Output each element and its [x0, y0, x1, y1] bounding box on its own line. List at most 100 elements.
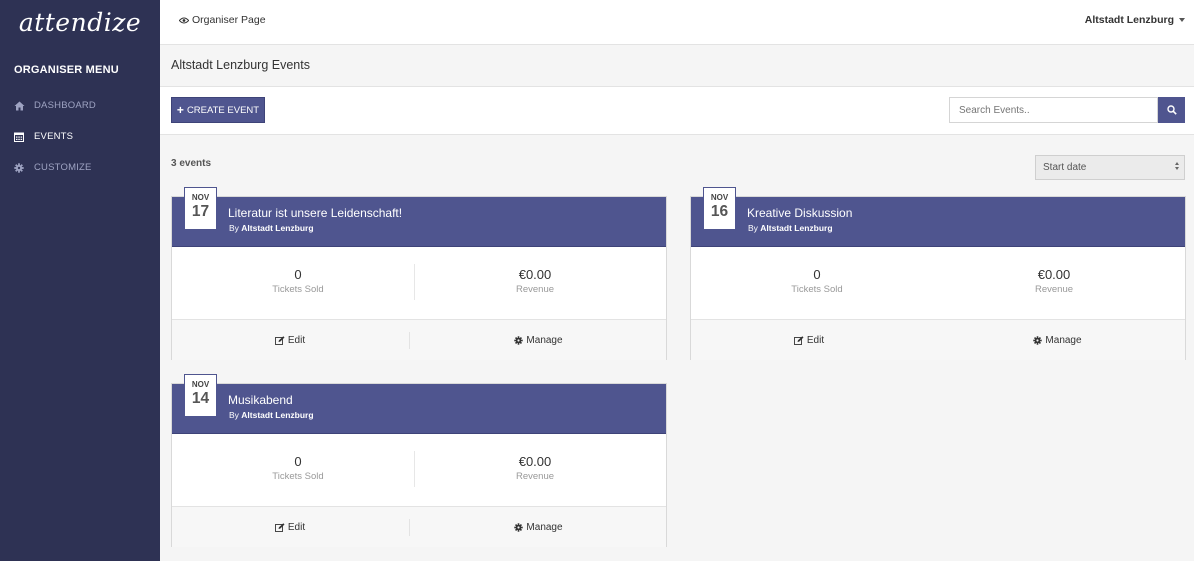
gear-icon: [514, 522, 524, 532]
event-title[interactable]: Kreative Diskussion: [747, 206, 852, 220]
manage-event-button[interactable]: Manage: [929, 320, 1186, 360]
manage-event-button[interactable]: Manage: [410, 507, 667, 547]
edit-event-button[interactable]: Edit: [691, 320, 927, 360]
brand-logo[interactable]: attendize: [0, 0, 160, 45]
tickets-sold-value: 0: [294, 454, 302, 469]
tickets-sold-label: Tickets Sold: [272, 284, 324, 295]
event-stats: 0 Tickets Sold €0.00 Revenue: [172, 434, 666, 506]
tickets-sold-label: Tickets Sold: [791, 284, 843, 295]
event-day: 17: [191, 203, 210, 220]
event-organiser-line: By Altstadt Lenzburg: [229, 223, 314, 233]
event-organiser-line: By Altstadt Lenzburg: [229, 410, 314, 420]
organiser-page-label: Organiser Page: [192, 14, 266, 26]
organiser-menu-title: ORGANISER MENU: [14, 64, 119, 76]
event-date-badge: NOV 14: [184, 374, 217, 417]
event-card: NOV 16 Kreative Diskussion By Altstadt L…: [690, 187, 1186, 360]
gear-icon: [514, 335, 524, 345]
page-heading: Altstadt Lenzburg Events: [160, 45, 1194, 87]
organiser-page-link[interactable]: Organiser Page: [179, 14, 266, 26]
sidebar-item-label: EVENTS: [34, 131, 74, 142]
brand-logo-text: attendize: [18, 8, 142, 37]
tickets-sold-stat: 0 Tickets Sold: [178, 454, 418, 482]
revenue-value: €0.00: [1037, 267, 1071, 282]
revenue-value: €0.00: [518, 454, 552, 469]
event-card-footer: Edit Manage: [172, 506, 666, 547]
revenue-label: Revenue: [1034, 284, 1074, 295]
event-title[interactable]: Literatur ist unsere Leidenschaft!: [228, 206, 402, 220]
sidebar-item-events[interactable]: EVENTS: [0, 121, 160, 152]
gear-icon: [13, 162, 25, 174]
events-count: 3 events: [171, 158, 212, 169]
event-card-footer: Edit Manage: [172, 319, 666, 360]
event-title[interactable]: Musikabend: [228, 393, 293, 407]
event-day: 16: [710, 203, 729, 220]
event-card-header[interactable]: NOV 14 Musikabend By Altstadt Lenzburg: [172, 374, 666, 434]
event-stats: 0 Tickets Sold €0.00 Revenue: [172, 247, 666, 319]
edit-icon: [274, 335, 285, 345]
event-date-badge: NOV 16: [703, 187, 736, 230]
revenue-value: €0.00: [518, 267, 552, 282]
select-arrows-icon: [1175, 162, 1179, 170]
by-prefix: By: [229, 223, 239, 233]
caret-down-icon: [1179, 17, 1185, 22]
sort-selected-value: Start date: [1043, 162, 1087, 173]
action-bar: + CREATE EVENT: [160, 87, 1194, 135]
tickets-sold-value: 0: [294, 267, 302, 282]
edit-icon: [274, 522, 285, 532]
event-card: NOV 17 Literatur ist unsere Leidenschaft…: [171, 187, 667, 360]
sort-select[interactable]: Start date: [1035, 155, 1185, 180]
create-event-button[interactable]: + CREATE EVENT: [171, 97, 265, 123]
event-date-badge: NOV 17: [184, 187, 217, 230]
manage-label: Manage: [526, 521, 563, 533]
organiser-dropdown[interactable]: Altstadt Lenzburg: [1085, 14, 1185, 26]
edit-label: Edit: [287, 521, 306, 533]
edit-label: Edit: [806, 334, 825, 346]
revenue-label: Revenue: [515, 471, 555, 482]
organiser-name: Altstadt Lenzburg: [1084, 14, 1174, 26]
top-bar: Organiser Page Altstadt Lenzburg: [160, 0, 1194, 45]
revenue-label: Revenue: [515, 284, 555, 295]
tickets-sold-stat: 0 Tickets Sold: [697, 267, 937, 295]
event-organiser-line: By Altstadt Lenzburg: [748, 223, 833, 233]
by-prefix: By: [229, 410, 239, 420]
edit-event-button[interactable]: Edit: [172, 320, 408, 360]
event-organiser: Altstadt Lenzburg: [241, 223, 314, 233]
sidebar-item-customize[interactable]: CUSTOMIZE: [0, 152, 160, 183]
edit-label: Edit: [287, 334, 306, 346]
manage-label: Manage: [1045, 334, 1082, 346]
sidebar-item-label: DASHBOARD: [34, 100, 96, 111]
event-organiser: Altstadt Lenzburg: [760, 223, 833, 233]
search-icon: [1166, 105, 1177, 115]
tickets-sold-stat: 0 Tickets Sold: [178, 267, 418, 295]
calendar-icon: [13, 131, 25, 143]
plus-icon: +: [176, 103, 184, 117]
search-events-input[interactable]: [949, 97, 1158, 123]
event-organiser: Altstadt Lenzburg: [241, 410, 314, 420]
home-icon: [13, 100, 25, 112]
search-button[interactable]: [1158, 97, 1185, 123]
event-card-footer: Edit Manage: [691, 319, 1185, 360]
edit-icon: [793, 335, 804, 345]
sidebar-item-dashboard[interactable]: DASHBOARD: [0, 90, 160, 121]
event-card: NOV 14 Musikabend By Altstadt Lenzburg 0…: [171, 374, 667, 547]
edit-event-button[interactable]: Edit: [172, 507, 408, 547]
event-month: NOV: [191, 380, 210, 389]
event-month: NOV: [710, 193, 729, 202]
gear-icon: [1033, 335, 1043, 345]
event-day: 14: [191, 390, 210, 407]
by-prefix: By: [748, 223, 758, 233]
sidebar-item-label: CUSTOMIZE: [34, 162, 92, 173]
revenue-stat: €0.00 Revenue: [415, 454, 655, 482]
event-card-header[interactable]: NOV 16 Kreative Diskussion By Altstadt L…: [691, 187, 1185, 247]
tickets-sold-value: 0: [813, 267, 821, 282]
eye-icon: [179, 17, 189, 23]
event-month: NOV: [191, 193, 210, 202]
manage-label: Manage: [526, 334, 563, 346]
event-card-header[interactable]: NOV 17 Literatur ist unsere Leidenschaft…: [172, 187, 666, 247]
sidebar: attendize ORGANISER MENU DASHBOARD EVENT…: [0, 0, 160, 561]
tickets-sold-label: Tickets Sold: [272, 471, 324, 482]
create-event-label: CREATE EVENT: [186, 104, 260, 116]
revenue-stat: €0.00 Revenue: [934, 267, 1174, 295]
revenue-stat: €0.00 Revenue: [415, 267, 655, 295]
manage-event-button[interactable]: Manage: [410, 320, 667, 360]
